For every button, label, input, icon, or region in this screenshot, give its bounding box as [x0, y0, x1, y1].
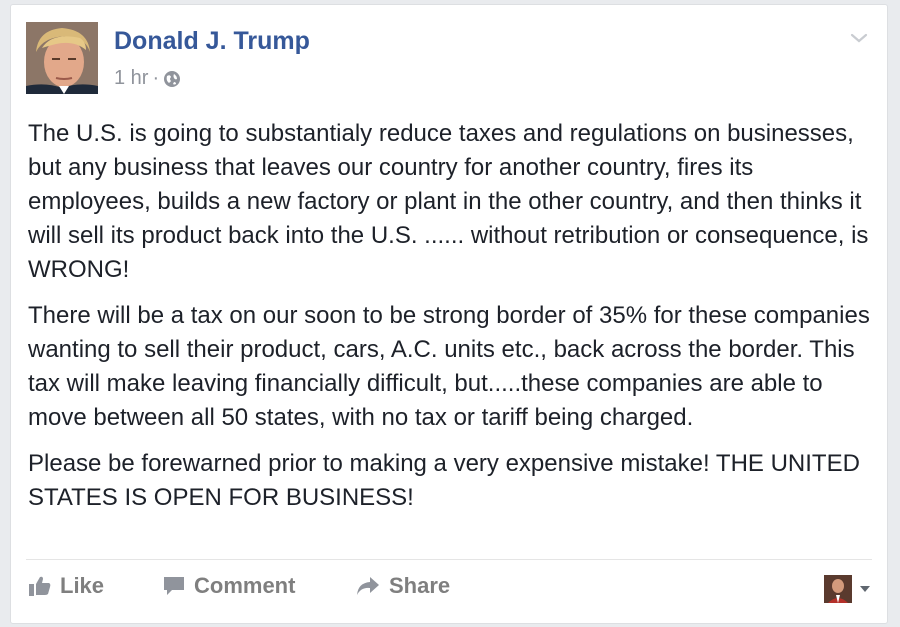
- author-name[interactable]: Donald J. Trump: [114, 27, 310, 56]
- post-body: The U.S. is going to substantialy reduce…: [28, 117, 878, 527]
- author-avatar[interactable]: [26, 22, 98, 94]
- mini-avatar: [824, 575, 852, 603]
- comment-label: Comment: [194, 573, 296, 598]
- post-options-chevron-icon[interactable]: [849, 31, 869, 45]
- post-paragraph-3: Please be forewarned prior to making a v…: [28, 450, 860, 511]
- post-header: Donald J. Trump 1 hr ·: [26, 22, 866, 94]
- post-paragraph-2: There will be a tax on our soon to be st…: [28, 302, 870, 431]
- post-paragraph-1: The U.S. is going to substantialy reduce…: [28, 120, 869, 283]
- globe-icon[interactable]: [163, 70, 181, 88]
- meta-separator: ·: [152, 67, 160, 89]
- actions-divider: [26, 559, 872, 560]
- share-button[interactable]: Share: [355, 573, 450, 599]
- post-time[interactable]: 1 hr: [114, 67, 148, 90]
- like-label: Like: [60, 573, 105, 598]
- post-as-selector[interactable]: [824, 575, 872, 603]
- comment-icon: [164, 577, 184, 595]
- like-button[interactable]: Like: [28, 573, 104, 599]
- post-actions: Like Comment Share: [28, 565, 872, 615]
- comment-button[interactable]: Comment: [162, 573, 295, 599]
- share-label: Share: [389, 573, 451, 598]
- post-card: Donald J. Trump 1 hr · The U.S. is going…: [10, 4, 888, 624]
- caret-down-icon: [860, 586, 870, 592]
- avatar-image: [26, 22, 98, 94]
- post-meta: 1 hr ·: [114, 67, 181, 90]
- thumbs-up-icon: [29, 576, 51, 596]
- share-icon: [357, 577, 379, 595]
